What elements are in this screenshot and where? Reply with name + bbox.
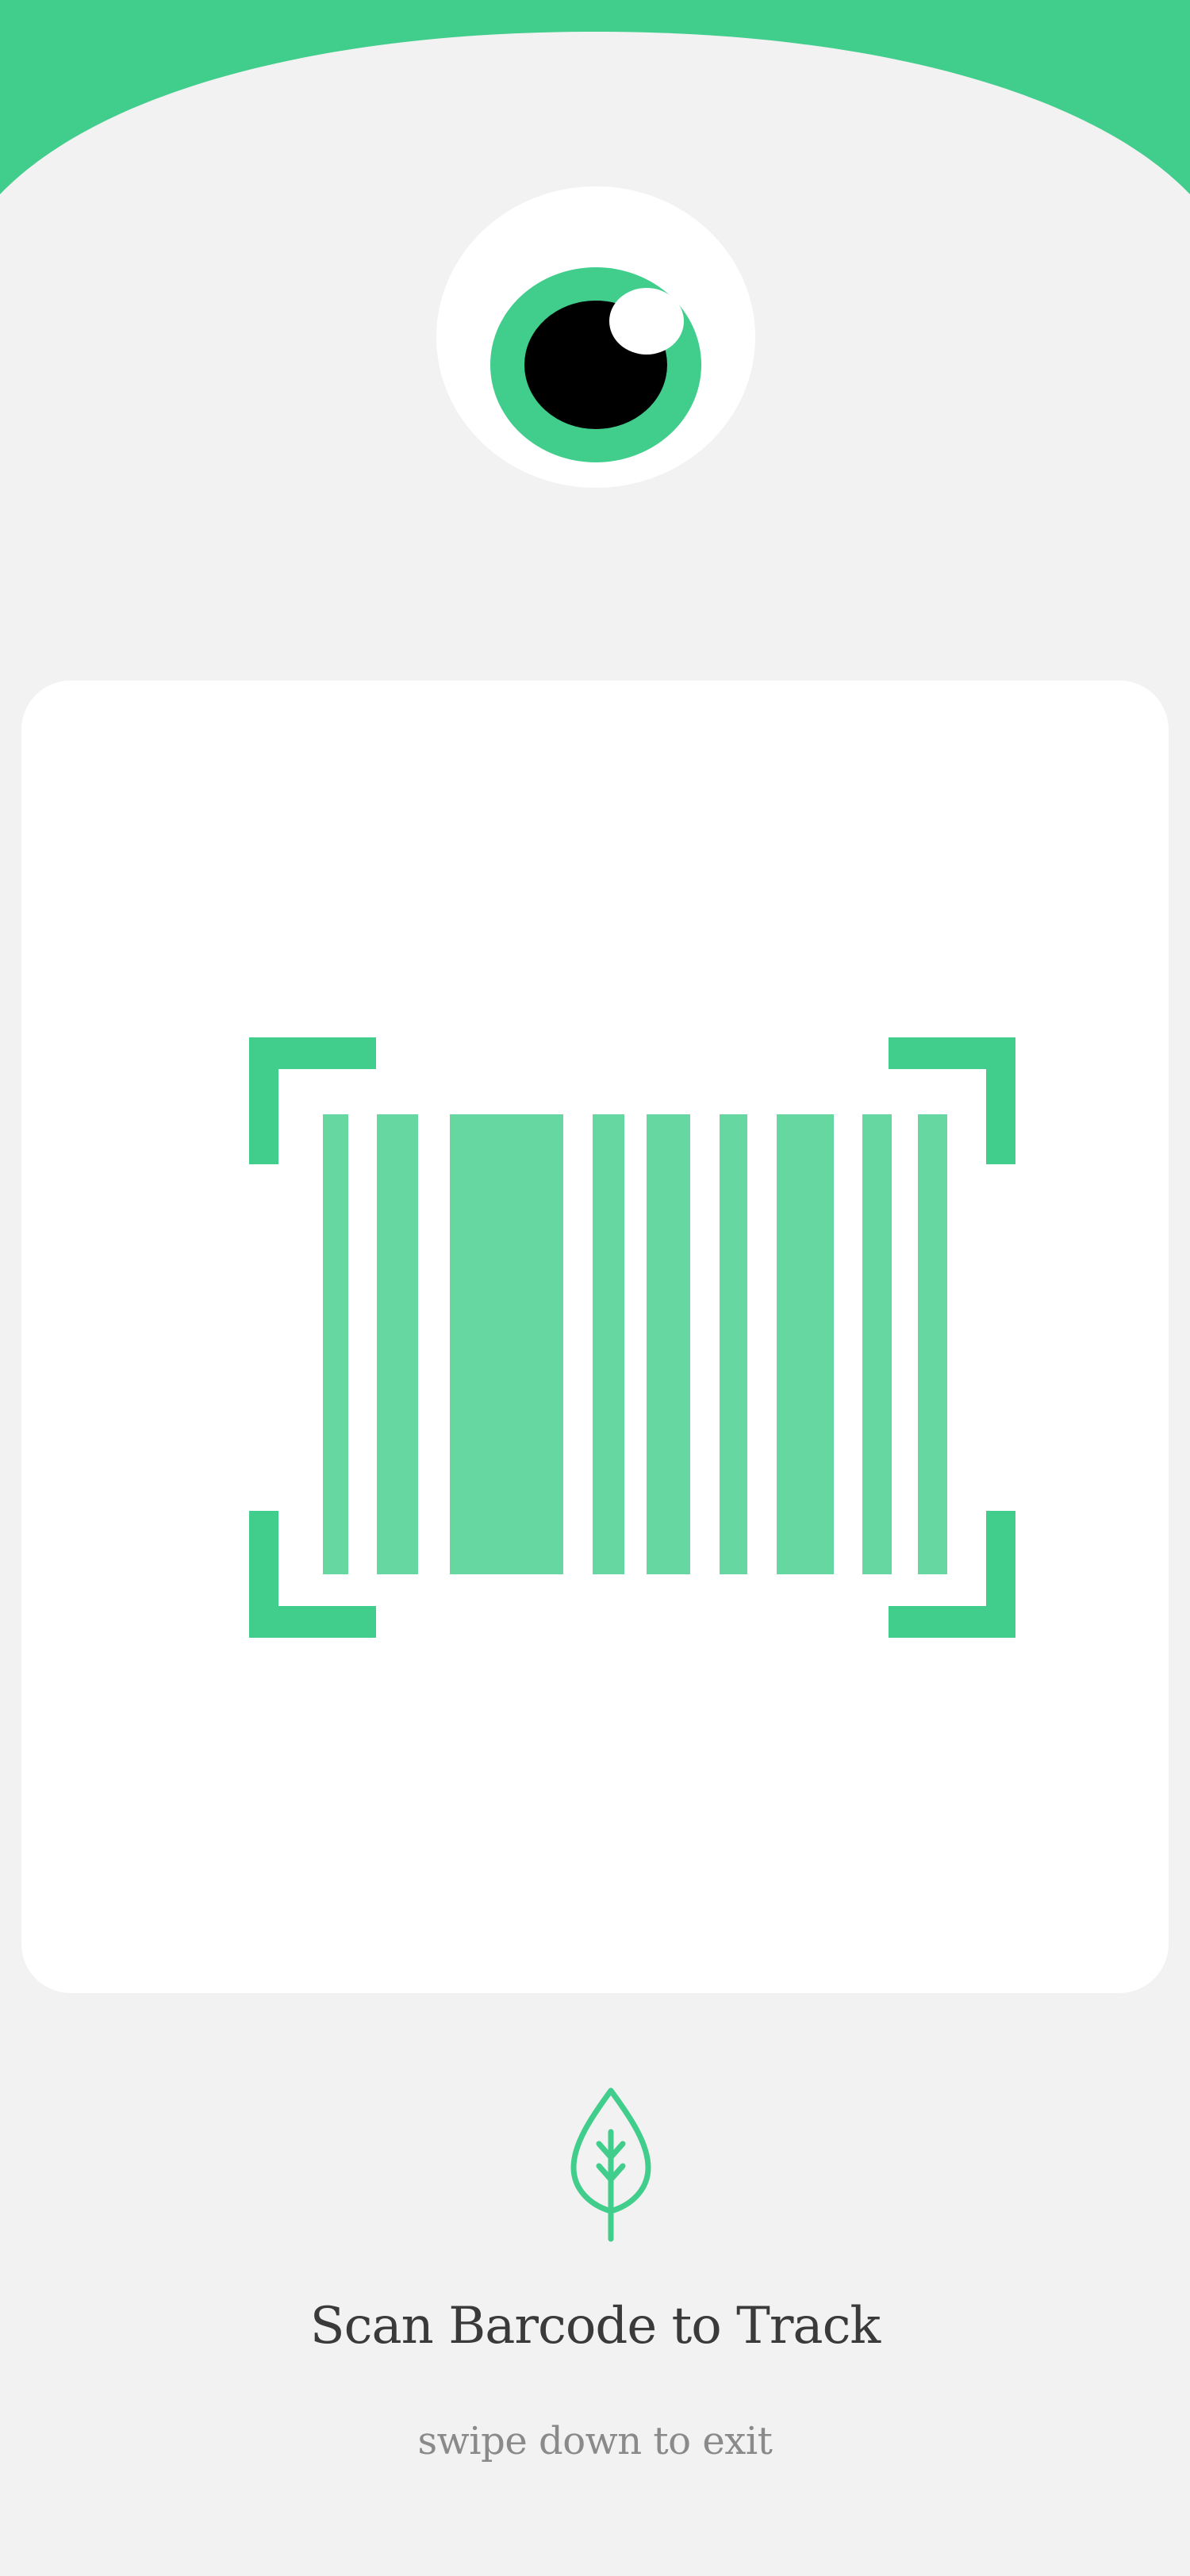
leaf-icon bbox=[570, 2087, 651, 2242]
barcode-scan-icon bbox=[249, 1037, 1015, 1638]
scanner-frame bbox=[249, 1037, 1015, 1638]
scan-title: Scan Barcode to Track bbox=[309, 2297, 881, 2356]
scan-screen[interactable]: Scan Barcode to Track swipe down to exit bbox=[0, 0, 1190, 2576]
scan-card[interactable] bbox=[21, 680, 1169, 1993]
eye-icon bbox=[436, 186, 755, 488]
barcode-bars bbox=[323, 1114, 947, 1574]
swipe-hint: swipe down to exit bbox=[417, 2419, 773, 2463]
header-arc bbox=[0, 0, 1190, 194]
